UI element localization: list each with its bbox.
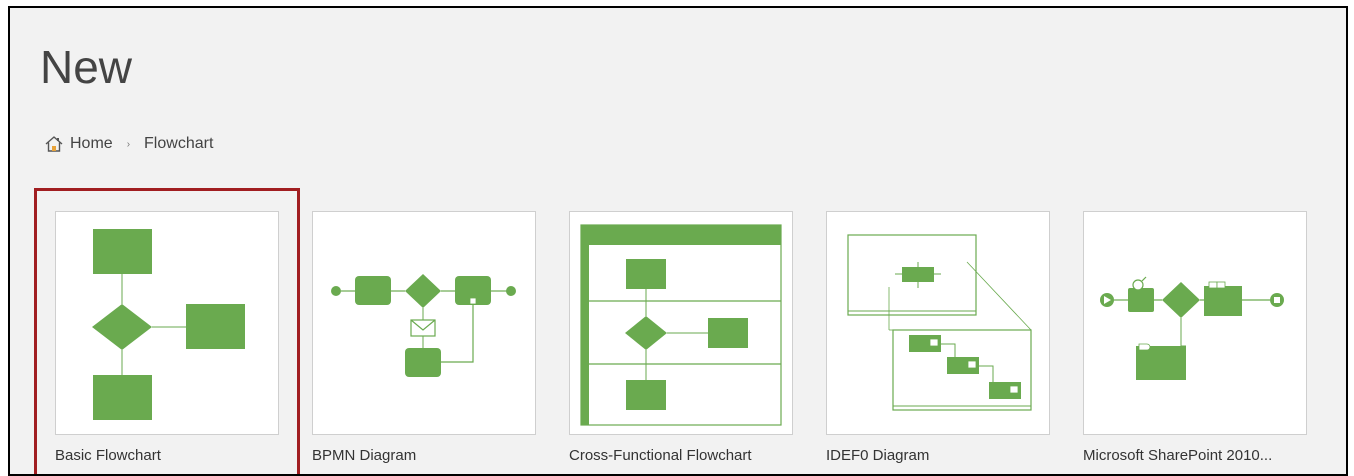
template-basic-flowchart[interactable]: Basic Flowchart bbox=[55, 211, 279, 464]
template-label: Cross-Functional Flowchart bbox=[569, 447, 752, 464]
template-label: Basic Flowchart bbox=[55, 447, 161, 464]
template-label: IDEF0 Diagram bbox=[826, 447, 930, 464]
template-cross-functional-flowchart[interactable]: Cross-Functional Flowchart bbox=[569, 211, 793, 464]
template-sharepoint-workflow[interactable]: Microsoft SharePoint 2010... bbox=[1083, 211, 1307, 464]
home-icon bbox=[44, 135, 64, 153]
bpmn-diagram-thumbnail bbox=[312, 211, 536, 435]
new-page: New Home › Flowchart Basic Flowchart BPM… bbox=[8, 6, 1348, 476]
cross-functional-flowchart-thumbnail bbox=[569, 211, 793, 435]
template-bpmn-diagram[interactable]: BPMN Diagram bbox=[312, 211, 536, 464]
template-label: Microsoft SharePoint 2010... bbox=[1083, 447, 1273, 464]
breadcrumb-home-label: Home bbox=[70, 135, 113, 152]
sharepoint-workflow-thumbnail bbox=[1083, 211, 1307, 435]
breadcrumb: Home › Flowchart bbox=[44, 135, 213, 153]
template-idef0-diagram[interactable]: IDEF0 Diagram bbox=[826, 211, 1050, 464]
page-title: New bbox=[40, 41, 133, 93]
breadcrumb-separator: › bbox=[126, 138, 131, 150]
idef0-diagram-thumbnail bbox=[826, 211, 1050, 435]
basic-flowchart-thumbnail bbox=[55, 211, 279, 435]
breadcrumb-current: Flowchart bbox=[144, 135, 214, 152]
template-label: BPMN Diagram bbox=[312, 447, 417, 464]
breadcrumb-home[interactable]: Home bbox=[44, 135, 113, 153]
